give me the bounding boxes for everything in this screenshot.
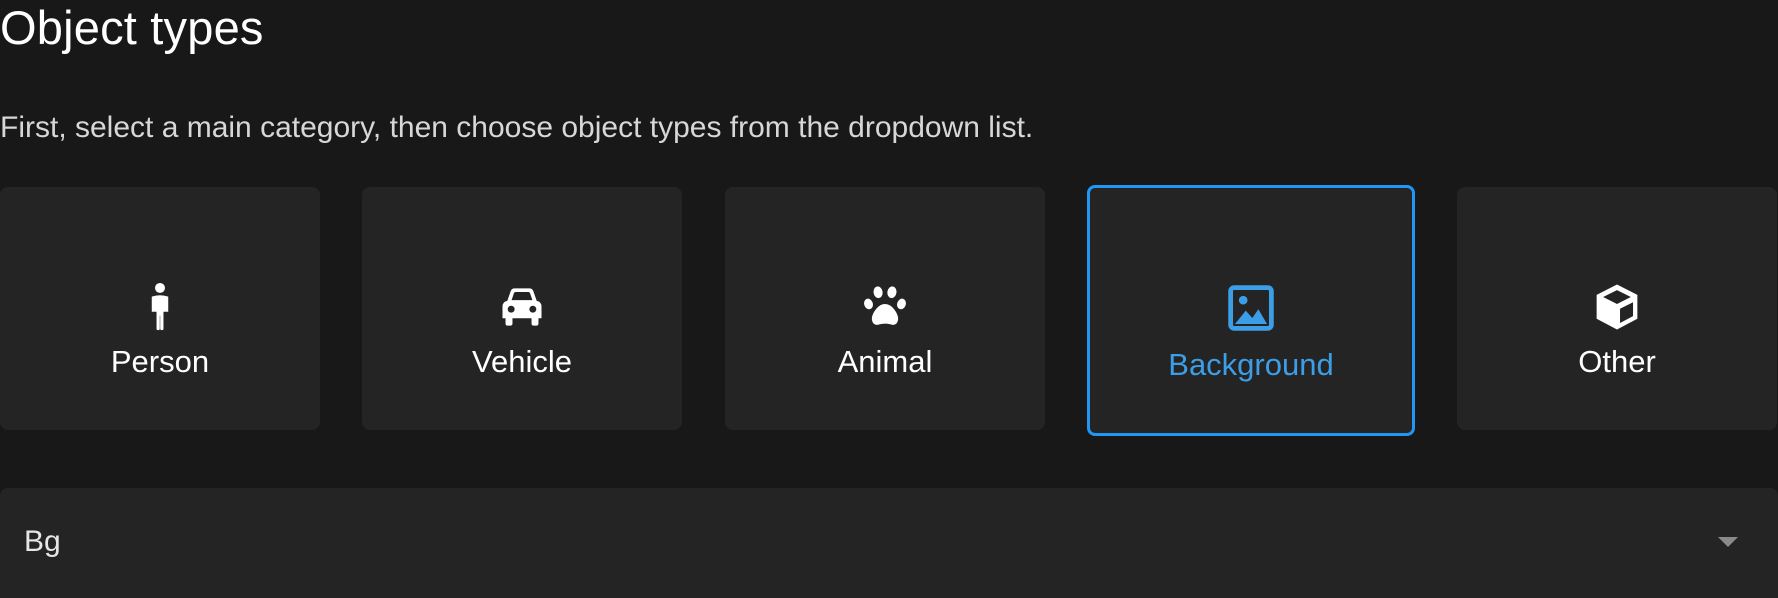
category-card-other[interactable]: Other xyxy=(1457,187,1777,430)
category-card-vehicle[interactable]: Vehicle xyxy=(362,187,682,430)
category-label-animal: Animal xyxy=(837,344,933,379)
person-icon xyxy=(134,281,186,333)
category-label-background: Background xyxy=(1168,347,1334,382)
category-label-person: Person xyxy=(110,344,210,379)
object-type-selected-value: Bg xyxy=(24,525,61,558)
image-icon xyxy=(1225,282,1277,334)
category-card-background[interactable]: Background xyxy=(1087,185,1415,436)
category-label-other: Other xyxy=(1578,344,1656,379)
object-type-select[interactable]: Bg xyxy=(0,488,1778,598)
category-card-animal[interactable]: Animal xyxy=(725,187,1045,430)
category-label-vehicle: Vehicle xyxy=(472,344,572,379)
category-card-person[interactable]: Person xyxy=(0,187,320,430)
category-card-group: Person Vehicle Animal Background Other xyxy=(0,185,1778,436)
page-title: Object types xyxy=(0,1,264,54)
chevron-down-icon[interactable] xyxy=(1718,537,1738,547)
paw-icon xyxy=(859,281,911,333)
cube-icon xyxy=(1591,281,1643,333)
car-icon xyxy=(496,281,548,333)
instruction-text: First, select a main category, then choo… xyxy=(0,111,1034,144)
